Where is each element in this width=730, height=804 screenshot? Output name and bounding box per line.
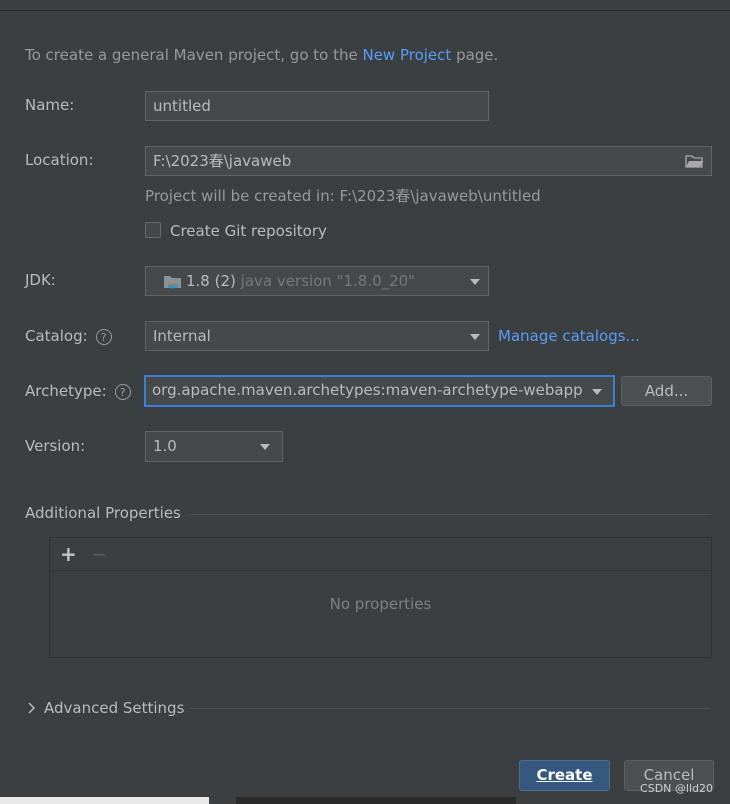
- location-label: Location:: [25, 151, 94, 169]
- jdk-detail: java version "1.8.0_20": [240, 272, 416, 290]
- new-project-hint: To create a general Maven project, go to…: [25, 46, 498, 64]
- location-input[interactable]: F:\2023春\javaweb: [145, 146, 712, 176]
- jdk-label: JDK:: [25, 271, 56, 289]
- jdk-chevron-down-icon[interactable]: [470, 279, 480, 285]
- archetype-chevron-down-icon[interactable]: [592, 389, 602, 395]
- jdk-version: 1.8 (2): [186, 272, 236, 290]
- properties-panel: + − No properties: [49, 537, 712, 658]
- taskbar-strip: [0, 797, 209, 804]
- chevron-right-icon[interactable]: [27, 701, 37, 715]
- advanced-divider: [189, 708, 711, 709]
- watermark: CSDN @lld20: [640, 782, 713, 795]
- create-button-label: Create: [536, 766, 593, 784]
- archetype-help-icon[interactable]: ?: [114, 383, 131, 400]
- taskbar-strip-dark: [236, 797, 516, 804]
- jdk-dropdown[interactable]: 1.8 (2) java version "1.8.0_20": [145, 266, 489, 296]
- git-checkbox[interactable]: [145, 222, 161, 238]
- add-property-icon[interactable]: +: [60, 542, 77, 566]
- catalog-chevron-down-icon[interactable]: [470, 334, 480, 340]
- folder-browse-icon[interactable]: [685, 154, 703, 168]
- hint-text: To create a general Maven project, go to…: [25, 46, 363, 64]
- catalog-label: Catalog:?: [25, 327, 112, 345]
- new-project-link[interactable]: New Project: [362, 46, 451, 64]
- catalog-label-text: Catalog:: [25, 327, 88, 345]
- advanced-settings-toggle[interactable]: Advanced Settings: [44, 699, 184, 717]
- archetype-dropdown[interactable]: org.apache.maven.archetypes:maven-archet…: [144, 375, 615, 407]
- create-button[interactable]: Create: [519, 760, 610, 791]
- name-label: Name:: [25, 96, 75, 114]
- catalog-dropdown[interactable]: Internal: [145, 321, 489, 351]
- archetype-label-text: Archetype:: [25, 382, 107, 400]
- name-input[interactable]: untitled: [145, 91, 489, 121]
- jdk-folder-icon: [164, 276, 181, 289]
- additional-properties-title: Additional Properties: [25, 504, 181, 522]
- git-checkbox-label: Create Git repository: [170, 222, 327, 240]
- manage-catalogs-link[interactable]: Manage catalogs...: [498, 327, 640, 345]
- remove-property-icon: −: [91, 542, 108, 566]
- archetype-label: Archetype:?: [25, 382, 131, 400]
- location-value: F:\2023春\javaweb: [153, 152, 292, 170]
- location-preview-text: Project will be created in: F:\2023春\jav…: [145, 187, 541, 205]
- version-chevron-down-icon[interactable]: [260, 444, 270, 450]
- window-top-border: [0, 0, 730, 11]
- version-label: Version:: [25, 437, 86, 455]
- section-divider: [189, 514, 711, 515]
- no-properties-text: No properties: [329, 595, 432, 613]
- hint-text-end: page.: [451, 46, 499, 64]
- add-archetype-button[interactable]: Add...: [621, 376, 712, 406]
- catalog-help-icon[interactable]: ?: [95, 328, 112, 345]
- properties-toolbar: + −: [50, 538, 711, 571]
